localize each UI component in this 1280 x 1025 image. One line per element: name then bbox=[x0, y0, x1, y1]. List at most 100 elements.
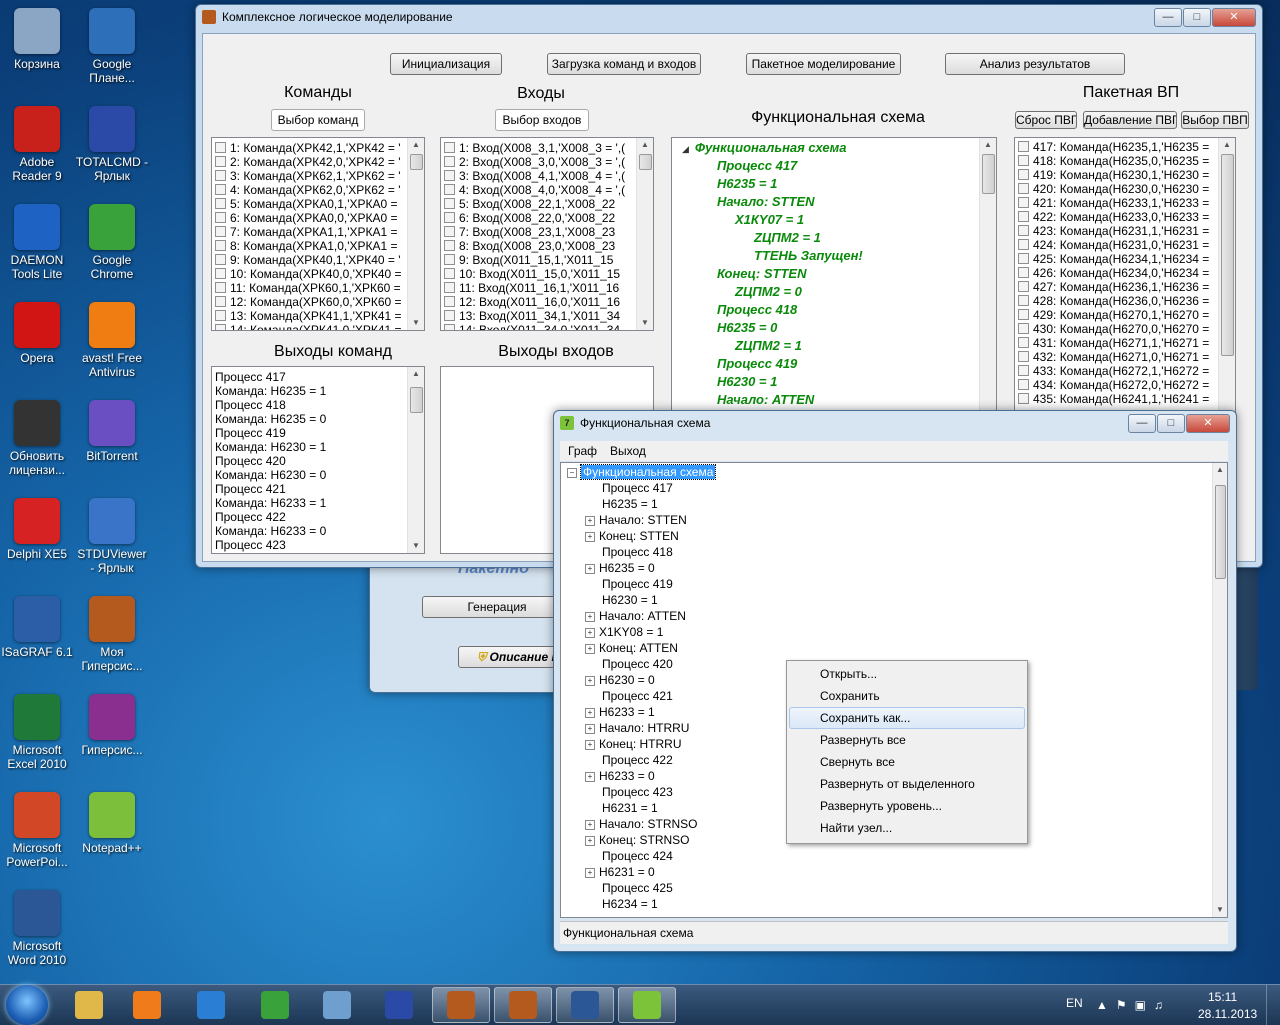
checkbox[interactable] bbox=[1018, 183, 1029, 194]
inputs-scrollbar[interactable]: ▲ ▼ bbox=[636, 138, 653, 330]
list-item[interactable]: Процесс 419 bbox=[212, 426, 424, 440]
checkbox[interactable] bbox=[444, 240, 455, 251]
taskbar-button-app7[interactable] bbox=[618, 987, 676, 1023]
checkbox[interactable] bbox=[215, 212, 226, 223]
tree-node[interactable]: + X1KY08 = 1 bbox=[585, 624, 663, 640]
checkbox[interactable] bbox=[215, 198, 226, 209]
checkbox[interactable] bbox=[444, 268, 455, 279]
maximize-button[interactable]: □ bbox=[1183, 7, 1211, 27]
checkbox[interactable] bbox=[1018, 379, 1029, 390]
list-item[interactable]: 423: Команда(Н6231,1,'Н6231 = bbox=[1015, 224, 1235, 238]
list-item[interactable]: 433: Команда(Н6272,1,'Н6272 = bbox=[1015, 364, 1235, 378]
taskbar-button-word[interactable] bbox=[556, 987, 614, 1023]
cmd-outputs-scrollbar[interactable]: ▲ ▼ bbox=[407, 367, 424, 553]
taskbar-button-internet-explorer[interactable] bbox=[182, 987, 240, 1023]
checkbox[interactable] bbox=[1018, 351, 1029, 362]
list-item[interactable]: 8: Вход(Х008_23,0,'Х008_23 bbox=[441, 239, 653, 253]
scheme-close-button[interactable]: ✕ bbox=[1186, 413, 1230, 433]
list-item[interactable]: 6: Вход(Х008_22,0,'Х008_22 bbox=[441, 211, 653, 225]
tree-node[interactable]: Процесс 425 bbox=[602, 880, 673, 896]
checkbox[interactable] bbox=[215, 142, 226, 153]
expand-icon[interactable]: + bbox=[585, 564, 595, 574]
checkbox[interactable] bbox=[215, 268, 226, 279]
list-item[interactable]: 9: Вход(Х011_15,1,'Х011_15 bbox=[441, 253, 653, 267]
checkbox[interactable] bbox=[215, 310, 226, 321]
list-item[interactable]: 428: Команда(Н6236,0,'Н6236 = bbox=[1015, 294, 1235, 308]
tree-node[interactable]: Процесс 419 bbox=[717, 356, 797, 371]
list-item[interactable]: 10: Команда(ХРК40,0,'ХРК40 = bbox=[212, 267, 424, 281]
desktop-icon[interactable]: Моя Гиперсис... bbox=[75, 596, 149, 673]
tree-node[interactable]: Процесс 419 bbox=[602, 576, 673, 592]
taskbar-button-app2[interactable] bbox=[494, 987, 552, 1023]
checkbox[interactable] bbox=[215, 240, 226, 251]
list-item[interactable]: Процесс 420 bbox=[212, 454, 424, 468]
checkbox[interactable] bbox=[1018, 295, 1029, 306]
load-button[interactable]: Загрузка команд и входов bbox=[547, 53, 701, 75]
checkbox[interactable] bbox=[444, 254, 455, 265]
context-menu-item[interactable]: Найти узел... bbox=[787, 817, 1027, 839]
menu-graph[interactable]: Граф bbox=[568, 444, 597, 458]
language-indicator[interactable]: EN bbox=[1066, 996, 1083, 1010]
minimize-button[interactable]: — bbox=[1154, 7, 1182, 27]
tree-node[interactable]: Н6230 = 1 bbox=[717, 374, 777, 389]
list-item[interactable]: 1: Вход(Х008_3,1,'Х008_3 = ',( bbox=[441, 141, 653, 155]
expand-icon[interactable]: + bbox=[585, 708, 595, 718]
list-item[interactable]: 13: Команда(ХРК41,1,'ХРК41 = bbox=[212, 309, 424, 323]
commands-scrollbar[interactable]: ▲ ▼ bbox=[407, 138, 424, 330]
list-item[interactable]: 2: Вход(Х008_3,0,'Х008_3 = ',( bbox=[441, 155, 653, 169]
checkbox[interactable] bbox=[1018, 253, 1029, 264]
desktop-icon[interactable]: avast! Free Antivirus bbox=[75, 302, 149, 379]
context-menu-item[interactable]: Свернуть все bbox=[787, 751, 1027, 773]
list-item[interactable]: 424: Команда(Н6231,0,'Н6231 = bbox=[1015, 238, 1235, 252]
tree-node[interactable]: Н6234 = 1 bbox=[602, 896, 658, 912]
checkbox[interactable] bbox=[215, 184, 226, 195]
tree-node[interactable]: Процесс 417 bbox=[717, 158, 797, 173]
list-item[interactable]: 2: Команда(ХРК42,0,'ХРК42 = ' bbox=[212, 155, 424, 169]
list-item[interactable]: 1: Команда(ХРК42,1,'ХРК42 = ' bbox=[212, 141, 424, 155]
checkbox[interactable] bbox=[444, 184, 455, 195]
commands-list[interactable]: 1: Команда(ХРК42,1,'ХРК42 = ' 2: Команда(… bbox=[211, 137, 425, 331]
tree-node[interactable]: Начало: STTEN bbox=[717, 194, 815, 209]
list-item[interactable]: 4: Вход(Х008_4,0,'Х008_4 = ',( bbox=[441, 183, 653, 197]
list-item[interactable]: 5: Вход(Х008_22,1,'Х008_22 bbox=[441, 197, 653, 211]
context-menu-item[interactable]: Сохранить как... bbox=[789, 707, 1025, 729]
checkbox[interactable] bbox=[1018, 267, 1029, 278]
scheme-minimize-button[interactable]: — bbox=[1128, 413, 1156, 433]
tree-node[interactable]: + Н6231 = 0 bbox=[585, 864, 655, 880]
tree-node[interactable]: Конец: STTEN bbox=[717, 266, 806, 281]
tree-node[interactable]: Процесс 424 bbox=[602, 848, 673, 864]
tree-node[interactable]: Н6231 = 1 bbox=[602, 800, 658, 816]
desktop-icon[interactable]: TOTALCMD - Ярлык bbox=[75, 106, 149, 183]
tree-node[interactable]: ZЦПМ2 = 0 bbox=[735, 284, 802, 299]
checkbox[interactable] bbox=[444, 142, 455, 153]
init-button[interactable]: Инициализация bbox=[390, 53, 502, 75]
desktop-icon[interactable]: Adobe Reader 9 bbox=[0, 106, 74, 183]
checkbox[interactable] bbox=[215, 296, 226, 307]
list-item[interactable]: 5: Команда(ХРКА0,1,'ХРКА0 = bbox=[212, 197, 424, 211]
start-button[interactable] bbox=[6, 985, 48, 1025]
list-item[interactable]: Команда: Н6235 = 1 bbox=[212, 384, 424, 398]
desktop-icon[interactable]: Корзина bbox=[0, 8, 74, 71]
list-item[interactable]: Процесс 418 bbox=[212, 398, 424, 412]
checkbox[interactable] bbox=[1018, 323, 1029, 334]
list-item[interactable]: 10: Вход(Х011_15,0,'Х011_15 bbox=[441, 267, 653, 281]
desktop-icon[interactable]: Opera bbox=[0, 302, 74, 365]
list-item[interactable]: 430: Команда(Н6270,0,'Н6270 = bbox=[1015, 322, 1235, 336]
list-item[interactable]: 14: Вход(Х011_34,0,'Х011_34 bbox=[441, 323, 653, 330]
checkbox[interactable] bbox=[444, 226, 455, 237]
batch-vp-list[interactable]: 417: Команда(Н6235,1,'Н6235 = 418: Команд… bbox=[1014, 137, 1236, 421]
checkbox[interactable] bbox=[444, 296, 455, 307]
tree-node[interactable]: ТТЕНЬ Запущен! bbox=[754, 248, 863, 263]
tree-root[interactable]: ◢ Функциональная схема bbox=[682, 140, 846, 155]
checkbox[interactable] bbox=[1018, 337, 1029, 348]
tree-node[interactable]: + Конец: HTRRU bbox=[585, 736, 682, 752]
list-item[interactable]: 8: Команда(ХРКА1,0,'ХРКА1 = bbox=[212, 239, 424, 253]
tree-node[interactable]: + Конец: STTEN bbox=[585, 528, 679, 544]
tree-node[interactable]: Н6230 = 1 bbox=[602, 592, 658, 608]
tree-node[interactable]: Процесс 417 bbox=[602, 480, 673, 496]
tree-node[interactable]: Процесс 422 bbox=[602, 752, 673, 768]
checkbox[interactable] bbox=[215, 226, 226, 237]
inputs-list[interactable]: 1: Вход(Х008_3,1,'Х008_3 = ',(2: Вход(Х0… bbox=[440, 137, 654, 331]
context-menu-item[interactable]: Открыть... bbox=[787, 663, 1027, 685]
tree-node[interactable]: ZЦПМ2 = 1 bbox=[735, 338, 802, 353]
